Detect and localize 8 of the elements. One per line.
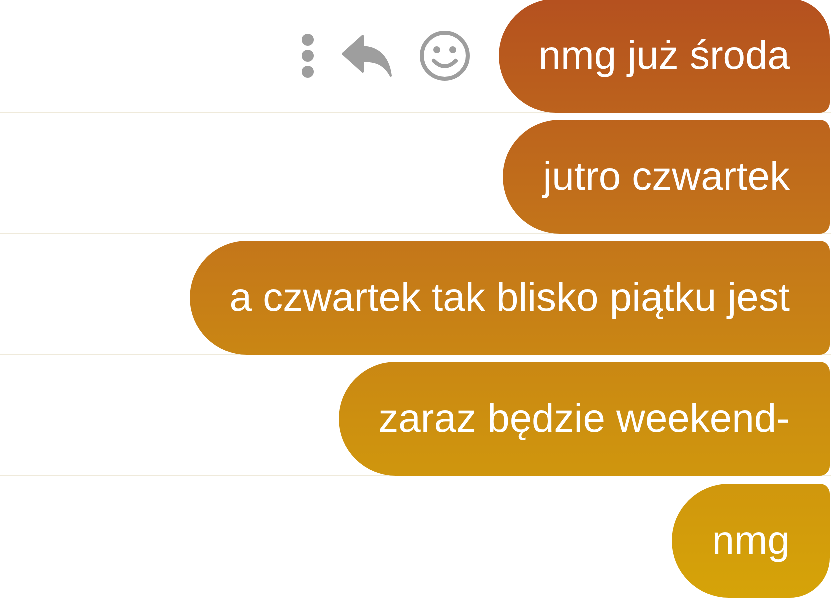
message-bubble: jutro czwartek [503,120,830,234]
message-bubble: a czwartek tak blisko piątku jest [190,241,830,355]
message-bubble: nmg [672,484,830,598]
message-bubble: zaraz będzie weekend- [338,362,830,476]
more-icon[interactable] [300,33,315,79]
smiley-icon[interactable] [418,30,471,82]
reply-icon[interactable] [340,34,393,78]
message-bubble: nmg już środa [498,0,830,113]
